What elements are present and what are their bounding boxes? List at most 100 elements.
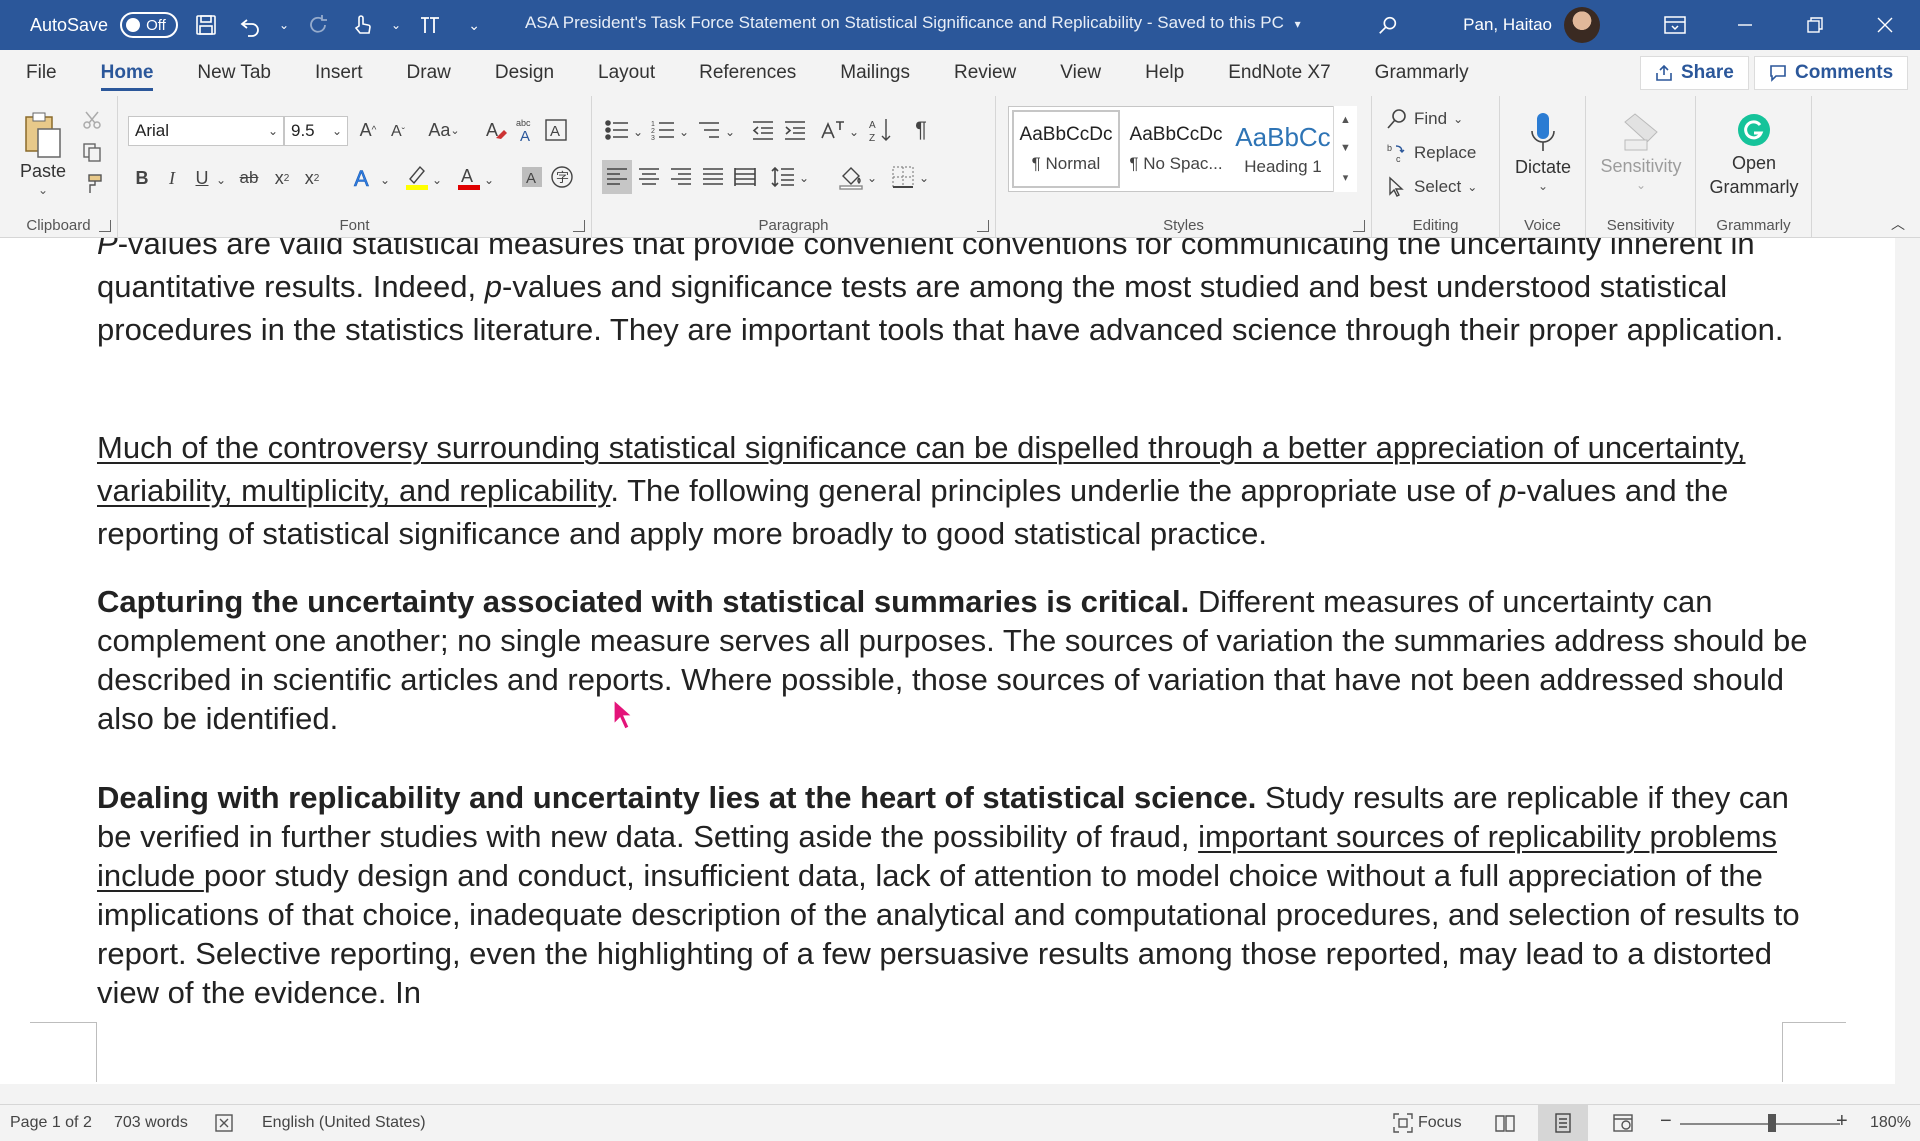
superscript-button[interactable]: x2 [298, 162, 326, 194]
phonetic-guide-icon[interactable]: abc A [512, 114, 540, 146]
zoom-slider-track[interactable] [1680, 1123, 1840, 1125]
borders-icon[interactable] [888, 160, 918, 194]
paste-button[interactable]: Paste ⌄ [14, 104, 72, 204]
paragraph-launcher-icon[interactable] [977, 220, 989, 232]
style-no-spacing[interactable]: AaBbCcDc ¶ No Spac... [1122, 110, 1230, 188]
highlight-dropdown-icon[interactable]: ⌄ [430, 164, 444, 196]
tab-new-tab[interactable]: New Tab [175, 50, 293, 96]
styles-launcher-icon[interactable] [1353, 220, 1365, 232]
focus-label[interactable]: Focus [1418, 1114, 1462, 1132]
line-spacing-dropdown-icon[interactable]: ⌄ [798, 162, 810, 194]
paragraph-3[interactable]: Capturing the uncertainty associated wit… [97, 582, 1817, 738]
tab-draw[interactable]: Draw [385, 50, 473, 96]
save-icon[interactable] [190, 9, 222, 41]
title-dropdown-icon[interactable]: ▾ [1295, 17, 1301, 31]
paragraph-4[interactable]: Dealing with replicability and uncertain… [97, 778, 1817, 1012]
undo-dropdown-icon[interactable]: ⌄ [278, 9, 290, 41]
minimize-icon[interactable] [1710, 0, 1780, 50]
zoom-slider-thumb[interactable] [1768, 1114, 1776, 1132]
bullets-dropdown-icon[interactable]: ⌄ [632, 116, 644, 148]
underline-dropdown-icon[interactable]: ⌄ [214, 164, 228, 196]
character-shading-icon[interactable]: A [518, 160, 546, 194]
distributed-button[interactable] [730, 160, 760, 194]
shrink-font-icon[interactable]: Aˇ [384, 116, 412, 148]
autosave-toggle[interactable]: Off [120, 12, 179, 38]
web-layout-icon[interactable] [1612, 1112, 1634, 1134]
decrease-indent-icon[interactable] [748, 114, 778, 146]
font-launcher-icon[interactable] [573, 220, 585, 232]
open-grammarly-button[interactable]: Open Grammarly [1702, 106, 1806, 206]
tab-mailings[interactable]: Mailings [818, 50, 932, 96]
shading-icon[interactable] [836, 160, 866, 194]
character-border-icon[interactable]: A [542, 114, 570, 146]
show-formatting-marks-icon[interactable]: ¶ [906, 114, 936, 146]
undo-icon[interactable] [234, 9, 266, 41]
zoom-in-button[interactable]: + [1836, 1110, 1848, 1133]
zoom-out-button[interactable]: − [1660, 1110, 1672, 1133]
collapse-ribbon-icon[interactable]: ︿ [1886, 212, 1910, 236]
ribbon-display-options-icon[interactable] [1640, 0, 1710, 50]
read-mode-icon[interactable] [1494, 1112, 1516, 1134]
tab-home[interactable]: Home [79, 50, 176, 96]
replace-button[interactable]: bc Replace [1386, 138, 1490, 168]
touch-mode-icon[interactable] [346, 9, 378, 41]
vertical-scrollbar[interactable] [1895, 238, 1920, 1084]
bold-button[interactable]: B [128, 162, 156, 194]
sensitivity-button[interactable]: Sensitivity ⌄ [1592, 102, 1690, 202]
format-painter-icon[interactable] [78, 170, 106, 198]
align-left-button[interactable] [602, 160, 632, 194]
font-color-icon[interactable]: A [454, 160, 484, 194]
line-spacing-icon[interactable] [768, 160, 798, 194]
copy-icon[interactable] [78, 138, 106, 166]
paragraph-2[interactable]: Much of the controversy surrounding stat… [97, 426, 1817, 555]
multilevel-list-icon[interactable] [694, 114, 724, 146]
cut-icon[interactable] [78, 106, 106, 134]
font-color-dropdown-icon[interactable]: ⌄ [482, 164, 496, 196]
more-styles-icon[interactable]: ▾ [1343, 171, 1349, 184]
text-effects-icon[interactable]: A [350, 160, 380, 194]
close-icon[interactable] [1850, 0, 1920, 50]
find-button[interactable]: Find ⌄ [1386, 104, 1490, 134]
clear-formatting-icon[interactable]: A [482, 114, 510, 146]
asian-layout-dropdown-icon[interactable]: ⌄ [848, 116, 860, 148]
comments-button[interactable]: Comments [1754, 56, 1909, 90]
change-case-icon[interactable]: Aa ⌄ [422, 114, 466, 146]
language[interactable]: English (United States) [262, 1114, 426, 1132]
user-avatar[interactable] [1564, 7, 1600, 43]
highlight-color-icon[interactable] [402, 160, 432, 194]
chevron-down-icon[interactable]: ▼ [1340, 142, 1351, 154]
font-size-box[interactable]: 9.5 ⌄ [284, 116, 348, 146]
user-name[interactable]: Pan, Haitao [1463, 15, 1552, 35]
search-icon[interactable] [1353, 0, 1423, 50]
asian-layout-icon[interactable] [818, 114, 848, 146]
tab-references[interactable]: References [677, 50, 818, 96]
clipboard-launcher-icon[interactable] [99, 220, 111, 232]
tab-view[interactable]: View [1038, 50, 1123, 96]
tab-insert[interactable]: Insert [293, 50, 385, 96]
chevron-up-icon[interactable]: ▲ [1340, 114, 1351, 126]
tab-layout[interactable]: Layout [576, 50, 677, 96]
text-effects-dropdown-icon[interactable]: ⌄ [378, 164, 392, 196]
strikethrough-button[interactable]: ab [234, 162, 264, 194]
underline-button[interactable]: U [188, 162, 216, 194]
numbering-icon[interactable]: 123 [648, 114, 678, 146]
borders-dropdown-icon[interactable]: ⌄ [918, 162, 930, 194]
proofing-icon[interactable] [214, 1112, 236, 1134]
enclose-characters-icon[interactable]: 字 [548, 160, 576, 194]
grow-font-icon[interactable]: A ^ [354, 114, 382, 146]
shading-dropdown-icon[interactable]: ⌄ [866, 162, 878, 194]
align-right-button[interactable] [666, 160, 696, 194]
word-count[interactable]: 703 words [114, 1114, 188, 1132]
select-button[interactable]: Select ⌄ [1386, 172, 1490, 202]
italic-button[interactable]: I [158, 162, 186, 194]
tab-review[interactable]: Review [932, 50, 1038, 96]
subscript-button[interactable]: x2 [268, 162, 296, 194]
redo-icon[interactable] [302, 9, 334, 41]
style-heading-1[interactable]: AaBbCc Heading 1 [1229, 110, 1337, 188]
page-count[interactable]: Page 1 of 2 [10, 1114, 92, 1132]
style-normal[interactable]: AaBbCcDc ¶ Normal [1012, 110, 1120, 188]
share-button[interactable]: Share [1640, 56, 1749, 90]
document-page[interactable]: P-values are valid statistical measures … [0, 238, 1895, 1084]
sort-icon[interactable]: AZ [866, 114, 896, 146]
zoom-level[interactable]: 180% [1870, 1114, 1911, 1132]
